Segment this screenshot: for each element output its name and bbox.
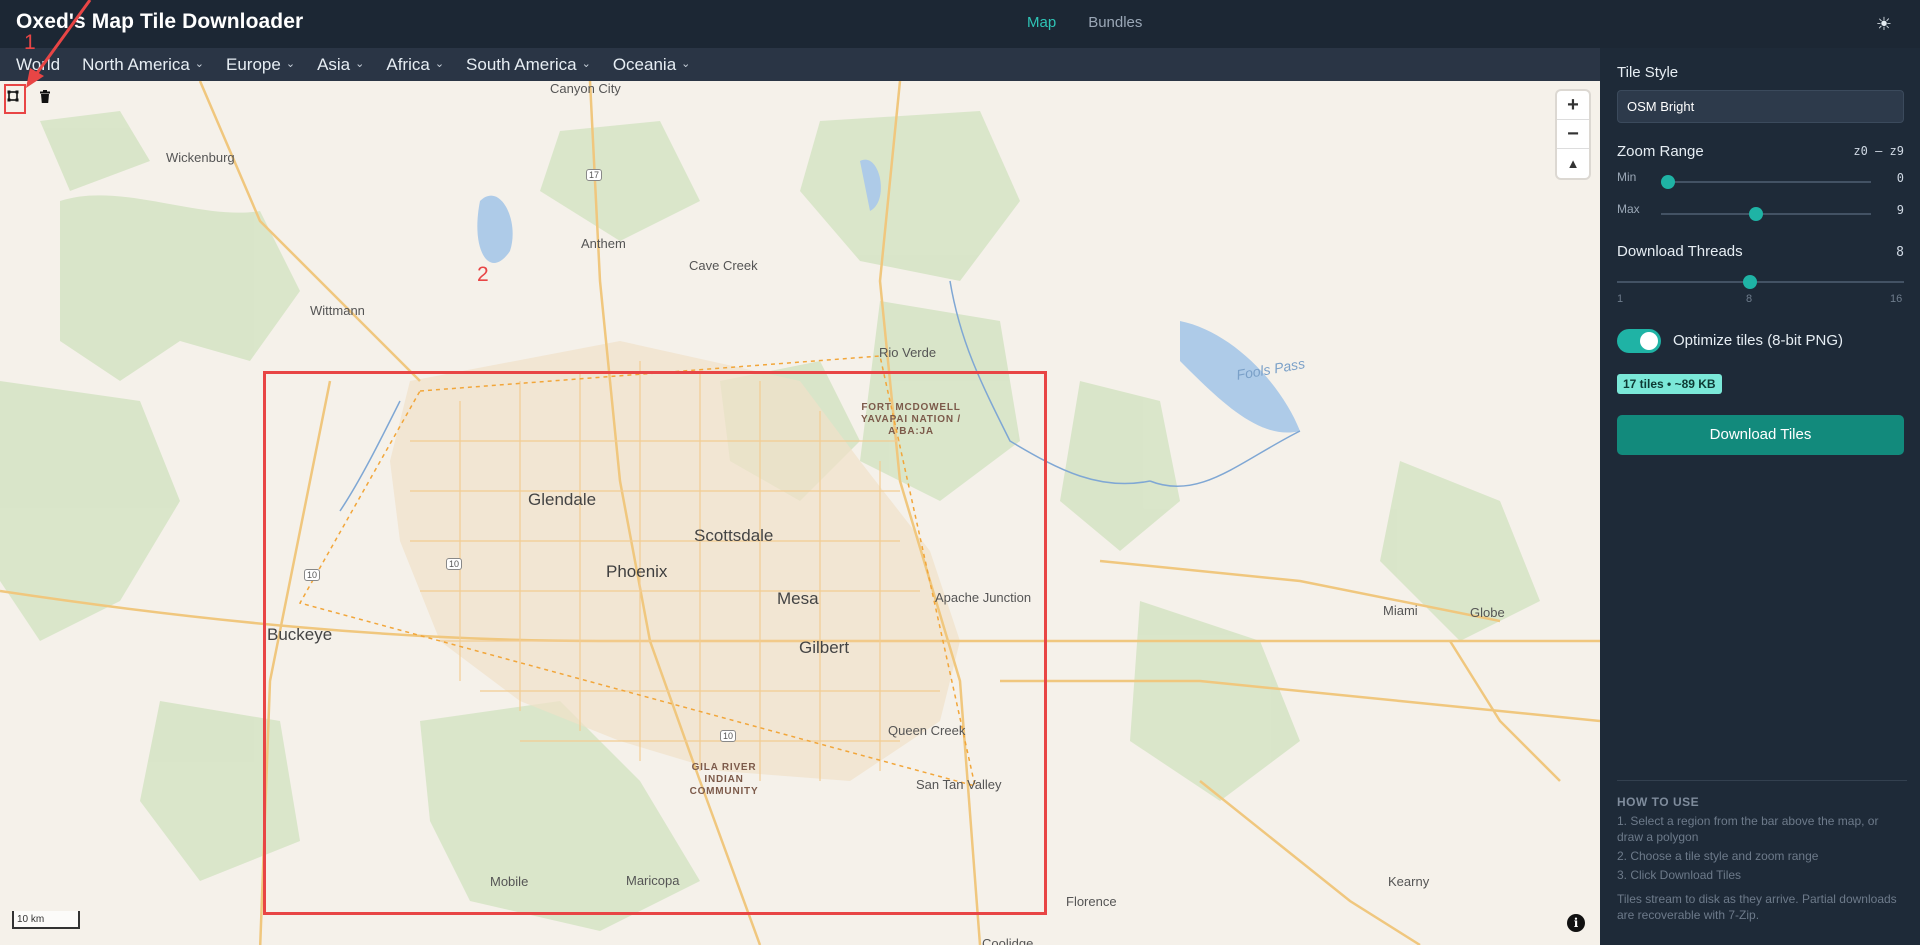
zoom-min-track[interactable] xyxy=(1661,181,1871,183)
map-label-anthem: Anthem xyxy=(581,236,626,251)
tab-map[interactable]: Map xyxy=(1027,14,1056,31)
how-to-step: 2. Choose a tile style and zoom range xyxy=(1617,849,1819,863)
region-label: Europe xyxy=(226,54,281,74)
region-label: Oceania xyxy=(612,54,677,74)
zoom-control: + − ▲ xyxy=(1557,91,1589,178)
chevron-down-icon: ⌄ xyxy=(434,58,445,70)
compass-reset-button[interactable]: ▲ xyxy=(1557,149,1589,178)
how-to-note: Tiles stream to disk as they arrive. Par… xyxy=(1617,892,1897,922)
map-label-canyon-city: Canyon City xyxy=(550,81,621,96)
zoom-in-button[interactable]: + xyxy=(1557,91,1589,120)
annotation-arrow-icon xyxy=(26,0,92,88)
region-asia[interactable]: Asia ⌄ xyxy=(317,55,364,75)
how-to-use-panel: HOW TO USE 1. Select a region from the b… xyxy=(1617,780,1907,923)
region-north-america[interactable]: North America ⌄ xyxy=(82,55,204,75)
zoom-min-value: 0 xyxy=(1896,171,1904,185)
threads-track[interactable] xyxy=(1617,281,1904,283)
zoom-out-button[interactable]: − xyxy=(1557,120,1589,149)
chevron-down-icon: ⌄ xyxy=(194,58,205,70)
zoom-min-label: Min xyxy=(1617,170,1637,184)
threads-label: Download Threads xyxy=(1617,243,1743,260)
scale-bar: 10 km xyxy=(12,911,80,929)
threads-tick-mid: 8 xyxy=(1746,293,1753,305)
chevron-down-icon: ⌄ xyxy=(285,58,296,70)
region-south-america[interactable]: South America ⌄ xyxy=(466,55,591,75)
tab-bundles[interactable]: Bundles xyxy=(1088,14,1142,31)
optimize-label: Optimize tiles (8-bit PNG) xyxy=(1673,332,1844,349)
threads-tick-min: 1 xyxy=(1617,293,1624,305)
chevron-down-icon: ⌄ xyxy=(681,58,691,70)
how-to-step: 3. Click Download Tiles xyxy=(1617,868,1742,882)
map-label-miami: Miami xyxy=(1383,603,1418,618)
zoom-max-value: 9 xyxy=(1896,203,1904,217)
zoom-range-label: Zoom Range xyxy=(1617,143,1704,160)
how-to-step: 1. Select a region from the bar above th… xyxy=(1617,814,1879,844)
region-label: South America xyxy=(466,54,577,74)
info-icon[interactable]: i xyxy=(1567,914,1585,932)
map-label-wittmann: Wittmann xyxy=(310,303,365,318)
tile-estimate-badge: 17 tiles • ~89 KB xyxy=(1617,374,1722,394)
how-to-use-title: HOW TO USE xyxy=(1617,795,1700,809)
annotation-number-2: 2 xyxy=(477,263,489,286)
selection-rectangle-annotation xyxy=(263,371,1047,915)
nav-tabs: Map Bundles xyxy=(1027,14,1142,31)
zoom-range-value: z0 – z9 xyxy=(1853,144,1904,158)
map-label-wickenburg: Wickenburg xyxy=(166,150,235,165)
tile-style-label: Tile Style xyxy=(1617,64,1679,81)
sidebar: Tile Style OSM Bright Zoom Range z0 – z9… xyxy=(1600,48,1920,945)
zoom-max-track[interactable] xyxy=(1661,213,1871,215)
map-label-globe: Globe xyxy=(1470,605,1505,620)
map-label-rio-verde: Rio Verde xyxy=(879,345,937,360)
highway-shield-17: 17 xyxy=(586,169,603,181)
threads-thumb[interactable] xyxy=(1743,275,1757,289)
region-bar: World North America ⌄ Europe ⌄ Asia ⌄ Afric… xyxy=(0,48,1600,81)
tile-style-select[interactable]: OSM Bright xyxy=(1617,90,1904,123)
optimize-toggle[interactable] xyxy=(1617,329,1661,353)
threads-value: 8 xyxy=(1896,245,1904,260)
map-label-florence: Florence xyxy=(1066,894,1117,909)
chevron-down-icon: ⌄ xyxy=(581,58,591,70)
map-canvas[interactable]: Canyon City Wickenburg Anthem Cave Creek… xyxy=(0,81,1600,945)
threads-tick-max: 16 xyxy=(1890,293,1903,305)
chevron-down-icon: ⌄ xyxy=(355,58,365,70)
map-label-coolidge: Coolidge xyxy=(982,936,1034,945)
region-oceania[interactable]: Oceania ⌄ xyxy=(613,55,691,75)
zoom-min-thumb[interactable] xyxy=(1661,175,1675,189)
top-bar: Oxed's Map Tile Downloader Map Bundles ☀ xyxy=(0,0,1920,48)
region-label: Asia xyxy=(317,54,351,74)
zoom-max-thumb[interactable] xyxy=(1749,207,1763,221)
zoom-max-label: Max xyxy=(1617,202,1640,216)
sun-icon[interactable]: ☀ xyxy=(1872,12,1896,36)
map-label-kearny: Kearny xyxy=(1388,874,1430,889)
download-tiles-button[interactable]: Download Tiles xyxy=(1617,415,1904,455)
region-label: Africa xyxy=(386,54,430,74)
map-label-cave-creek: Cave Creek xyxy=(689,258,758,273)
region-europe[interactable]: Europe ⌄ xyxy=(226,55,295,75)
region-africa[interactable]: Africa ⌄ xyxy=(386,55,444,75)
